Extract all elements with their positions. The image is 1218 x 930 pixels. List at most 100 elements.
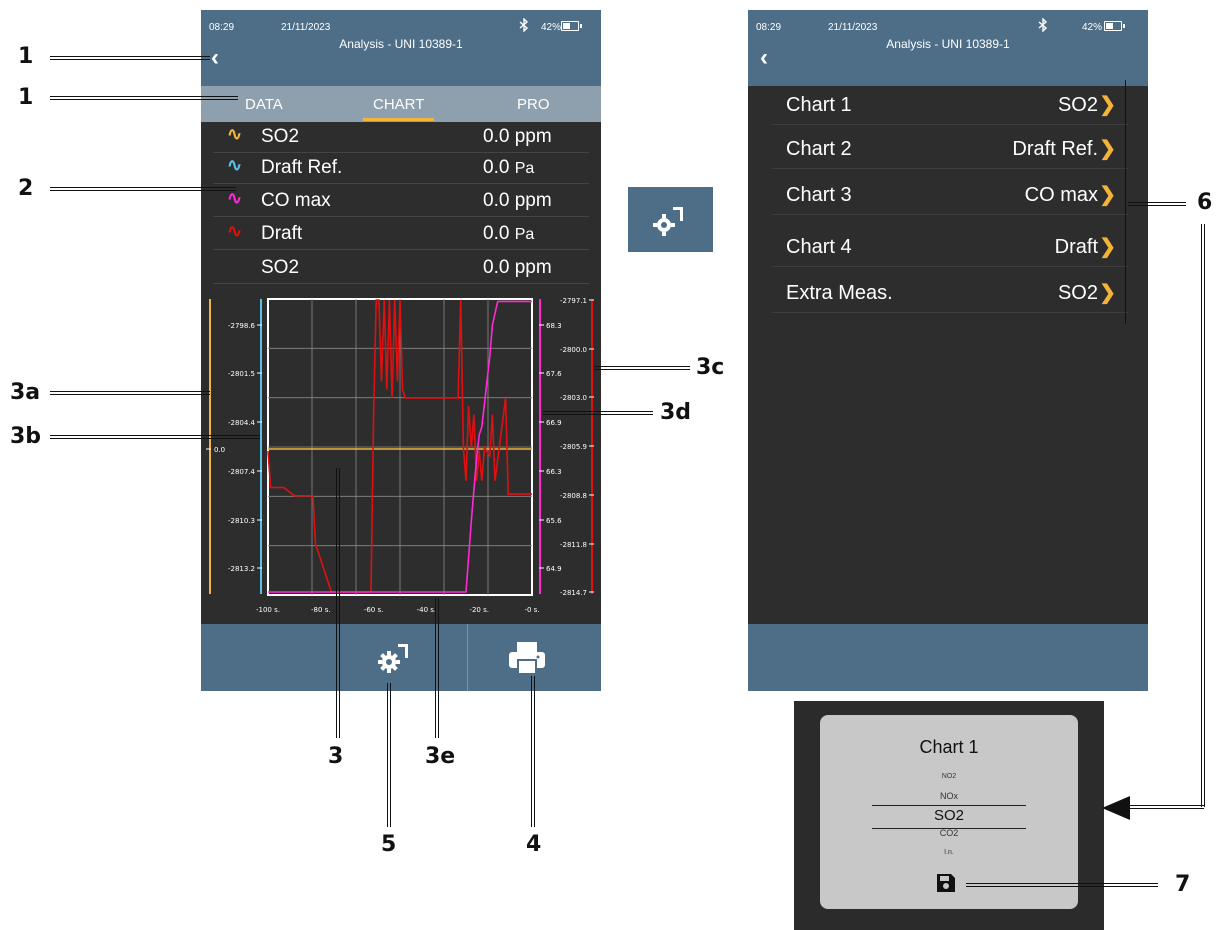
axis-3d-tick-label: 65.6 bbox=[546, 517, 562, 525]
row-label: Extra Meas. bbox=[786, 282, 893, 304]
legend-row-draft: ∿ Draft 0.0 Pa bbox=[213, 219, 589, 250]
axis-3b-tick-label: -2798.6 bbox=[228, 322, 256, 330]
x-tick-label: -40 s. bbox=[417, 606, 437, 614]
legend-row-extra: SO2 0.0 ppm bbox=[213, 253, 589, 284]
x-tick-label: -80 s. bbox=[311, 606, 331, 614]
tab-pro[interactable]: PRO bbox=[517, 96, 550, 113]
leader-line bbox=[1201, 224, 1205, 807]
axis-3c-tick-label: -2797.1 bbox=[560, 297, 587, 305]
printer-icon[interactable] bbox=[507, 640, 547, 681]
picker-option[interactable]: NO2 bbox=[820, 773, 1078, 780]
row-label: Chart 2 bbox=[786, 138, 852, 160]
picker-card: Chart 1 NO2 NOx SO2 CO2 I.n. bbox=[820, 715, 1078, 909]
leader-line bbox=[966, 883, 1158, 887]
chart-4-row[interactable]: Chart 4 Draft ❯ bbox=[772, 228, 1128, 267]
screen-title: Analysis - UNI 10389-1 bbox=[886, 37, 1010, 51]
legend-row-so2: ∿ SO2 0.0 ppm bbox=[213, 122, 589, 153]
callout-7: 7 bbox=[1175, 872, 1191, 897]
callout-3e: 3e bbox=[425, 744, 456, 769]
leader-line bbox=[1128, 202, 1186, 206]
legend-name: CO max bbox=[261, 190, 331, 211]
row-value: Draft Ref. bbox=[1012, 138, 1098, 160]
bottom-toolbar bbox=[201, 624, 601, 691]
leader-line bbox=[594, 366, 690, 370]
status-time: 08:29 bbox=[209, 22, 235, 33]
chevron-right-icon: ❯ bbox=[1099, 184, 1116, 206]
axis-3c-tick-label: -2814.7 bbox=[560, 589, 587, 597]
callout-3b: 3b bbox=[10, 424, 42, 449]
leader-line bbox=[336, 468, 340, 738]
left-device-screen: 08:29 21/11/2023 42% Analysis - UNI 1038… bbox=[201, 10, 601, 691]
leader-line bbox=[387, 683, 391, 827]
row-value: Draft bbox=[1054, 236, 1098, 258]
axis-3c-tick-label: -2803.0 bbox=[560, 394, 587, 402]
x-tick-label: -60 s. bbox=[364, 606, 384, 614]
axis-3d-tick-label: 66.9 bbox=[546, 419, 562, 427]
leader-line bbox=[50, 56, 210, 60]
status-date: 21/11/2023 bbox=[828, 22, 878, 33]
right-device-screen: 08:29 21/11/2023 42% Analysis - UNI 1038… bbox=[748, 10, 1148, 691]
row-value: CO max bbox=[1024, 184, 1098, 206]
screen-title: Analysis - UNI 10389-1 bbox=[339, 37, 463, 51]
legend-row-draft-ref: ∿ Draft Ref. 0.0 Pa bbox=[213, 153, 589, 184]
callout-3a: 3a bbox=[10, 380, 41, 405]
battery-percent: 42% bbox=[1082, 22, 1103, 33]
chart-3-row[interactable]: Chart 3 CO max ❯ bbox=[772, 176, 1128, 215]
row-label: Chart 4 bbox=[786, 236, 852, 258]
legend-value: 0.0 Pa bbox=[483, 157, 535, 178]
chart-1-row[interactable]: Chart 1 SO2 ❯ bbox=[772, 86, 1128, 125]
bottom-toolbar bbox=[748, 624, 1148, 691]
picker-title: Chart 1 bbox=[919, 737, 979, 757]
back-chevron-icon[interactable]: ‹ bbox=[211, 46, 219, 70]
floating-settings-button[interactable] bbox=[628, 187, 713, 252]
axis-3d-tick-label: 66.3 bbox=[546, 468, 562, 476]
floppy-disk-icon[interactable] bbox=[936, 873, 956, 898]
axis-3c-tick-label: -2808.8 bbox=[560, 492, 587, 500]
legend-value: 0.0 ppm bbox=[483, 126, 552, 147]
chevron-right-icon: ❯ bbox=[1099, 282, 1116, 304]
magenta-trend-icon: ∿ bbox=[227, 188, 243, 208]
extra-meas-row[interactable]: Extra Meas. SO2 ❯ bbox=[772, 274, 1128, 313]
leader-line bbox=[543, 411, 653, 415]
picker-selected-option[interactable]: SO2 bbox=[820, 807, 1078, 824]
status-date: 21/11/2023 bbox=[281, 22, 331, 33]
bluetooth-icon bbox=[519, 17, 529, 35]
axis-3d-tick-label: 64.9 bbox=[546, 565, 562, 573]
trend-chart: 0.0 -2798.6 -2801.5 -2804.4 -2807.4 -2810.3 -2… bbox=[206, 297, 594, 614]
arrow-head bbox=[1102, 796, 1130, 820]
legend-value: 0.0 ppm bbox=[483, 190, 552, 211]
legend-value: 0.0 Pa bbox=[483, 223, 535, 244]
picker-selection-line-top bbox=[872, 805, 1026, 806]
tab-data[interactable]: DATA bbox=[245, 96, 283, 113]
picker-option[interactable]: I.n. bbox=[820, 849, 1078, 856]
back-chevron-icon[interactable]: ‹ bbox=[760, 46, 768, 70]
gear-probe-icon[interactable] bbox=[377, 640, 413, 679]
legend-name: Draft bbox=[261, 223, 303, 244]
status-time: 08:29 bbox=[756, 22, 782, 33]
picker-option[interactable]: CO2 bbox=[820, 828, 1078, 838]
axis-3d-tick-label: 67.6 bbox=[546, 370, 562, 378]
leader-line bbox=[1123, 80, 1126, 324]
legend-name: Draft Ref. bbox=[261, 157, 343, 178]
battery-icon bbox=[561, 21, 582, 31]
tab-bar: DATA CHART PRO bbox=[201, 86, 601, 122]
callout-2-legend: 2 bbox=[18, 176, 34, 201]
x-tick-label: -0 s. bbox=[524, 606, 539, 614]
legend-value: 0.0 ppm bbox=[483, 257, 552, 278]
tab-chart[interactable]: CHART bbox=[362, 96, 435, 121]
picker-option[interactable]: NOx bbox=[820, 791, 1078, 801]
red-trend-icon: ∿ bbox=[227, 221, 243, 241]
leader-line bbox=[50, 187, 236, 191]
chevron-right-icon: ❯ bbox=[1099, 138, 1116, 160]
axis-3b-tick-label: -2810.3 bbox=[228, 517, 255, 525]
battery-percent: 42% bbox=[541, 22, 562, 33]
axis-3c-tick-label: -2800.0 bbox=[560, 346, 587, 354]
leader-line bbox=[435, 598, 439, 738]
bluetooth-icon bbox=[1038, 17, 1048, 35]
axis-3a-tick-label: 0.0 bbox=[214, 446, 225, 454]
axis-3d-tick-label: 68.3 bbox=[546, 322, 562, 330]
chart-2-row[interactable]: Chart 2 Draft Ref. ❯ bbox=[772, 130, 1128, 169]
callout-1-back: 1 bbox=[18, 44, 34, 69]
axis-3c-tick-label: -2805.9 bbox=[560, 443, 587, 451]
x-tick-label: -20 s. bbox=[469, 606, 489, 614]
